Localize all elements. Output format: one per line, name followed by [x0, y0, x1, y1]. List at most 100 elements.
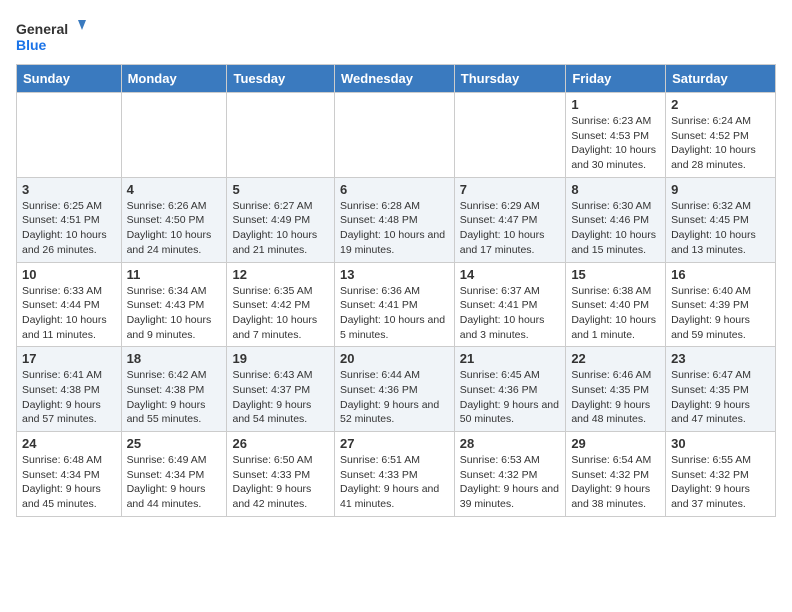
- calendar-cell: 3 Sunrise: 6:25 AMSunset: 4:51 PMDaylight…: [17, 177, 122, 262]
- calendar-cell: 5Sunrise: 6:27 AMSunset: 4:49 PMDaylight…: [227, 177, 335, 262]
- day-info: Sunrise: 6:36 AMSunset: 4:41 PMDaylight:…: [340, 284, 449, 343]
- calendar-cell: 13Sunrise: 6:36 AMSunset: 4:41 PMDayligh…: [334, 262, 454, 347]
- day-number: 25: [127, 436, 222, 451]
- day-number: 17: [22, 351, 116, 366]
- calendar-cell: 24 Sunrise: 6:48 AMSunset: 4:34 PMDayligh…: [17, 432, 122, 517]
- day-info: Sunrise: 6:45 AMSunset: 4:36 PMDaylight:…: [460, 368, 561, 427]
- day-info: Sunrise: 6:32 AMSunset: 4:45 PMDaylight:…: [671, 199, 770, 258]
- col-header-thursday: Thursday: [454, 65, 566, 93]
- day-info: Sunrise: 6:49 AMSunset: 4:34 PMDaylight:…: [127, 453, 222, 512]
- calendar-cell: 17 Sunrise: 6:41 AMSunset: 4:38 PMDayligh…: [17, 347, 122, 432]
- day-number: 23: [671, 351, 770, 366]
- day-number: 14: [460, 267, 561, 282]
- day-info: Sunrise: 6:27 AMSunset: 4:49 PMDaylight:…: [232, 199, 329, 258]
- day-number: 21: [460, 351, 561, 366]
- calendar-cell: 28 Sunrise: 6:53 AMSunset: 4:32 PMDayligh…: [454, 432, 566, 517]
- calendar-cell: 9 Sunrise: 6:32 AMSunset: 4:45 PMDaylight…: [666, 177, 776, 262]
- calendar-body: 1 Sunrise: 6:23 AMSunset: 4:53 PMDaylight…: [17, 93, 776, 517]
- calendar-cell: 11 Sunrise: 6:34 AMSunset: 4:43 PMDayligh…: [121, 262, 227, 347]
- day-info: Sunrise: 6:51 AMSunset: 4:33 PMDaylight:…: [340, 453, 449, 512]
- svg-text:General: General: [16, 21, 68, 37]
- day-number: 20: [340, 351, 449, 366]
- day-number: 9: [671, 182, 770, 197]
- day-info: Sunrise: 6:53 AMSunset: 4:32 PMDaylight:…: [460, 453, 561, 512]
- day-number: 8: [571, 182, 660, 197]
- day-info: Sunrise: 6:40 AMSunset: 4:39 PMDaylight:…: [671, 284, 770, 343]
- calendar-cell: 1 Sunrise: 6:23 AMSunset: 4:53 PMDaylight…: [566, 93, 666, 178]
- day-number: 12: [232, 267, 329, 282]
- day-number: 22: [571, 351, 660, 366]
- day-info: Sunrise: 6:54 AMSunset: 4:32 PMDaylight:…: [571, 453, 660, 512]
- day-info: Sunrise: 6:24 AMSunset: 4:52 PMDaylight:…: [671, 114, 770, 173]
- day-number: 4: [127, 182, 222, 197]
- day-number: 10: [22, 267, 116, 282]
- calendar-cell: 16 Sunrise: 6:40 AMSunset: 4:39 PMDayligh…: [666, 262, 776, 347]
- day-number: 2: [671, 97, 770, 112]
- day-number: 28: [460, 436, 561, 451]
- calendar-table: SundayMondayTuesdayWednesdayThursdayFrid…: [16, 64, 776, 517]
- day-info: Sunrise: 6:48 AMSunset: 4:34 PMDaylight:…: [22, 453, 116, 512]
- calendar-cell: 4 Sunrise: 6:26 AMSunset: 4:50 PMDaylight…: [121, 177, 227, 262]
- day-number: 1: [571, 97, 660, 112]
- day-number: 29: [571, 436, 660, 451]
- day-info: Sunrise: 6:42 AMSunset: 4:38 PMDaylight:…: [127, 368, 222, 427]
- day-info: Sunrise: 6:26 AMSunset: 4:50 PMDaylight:…: [127, 199, 222, 258]
- calendar-week-5: 24 Sunrise: 6:48 AMSunset: 4:34 PMDayligh…: [17, 432, 776, 517]
- day-number: 30: [671, 436, 770, 451]
- calendar-cell: [334, 93, 454, 178]
- day-number: 15: [571, 267, 660, 282]
- day-info: Sunrise: 6:35 AMSunset: 4:42 PMDaylight:…: [232, 284, 329, 343]
- calendar-week-1: 1 Sunrise: 6:23 AMSunset: 4:53 PMDaylight…: [17, 93, 776, 178]
- day-number: 3: [22, 182, 116, 197]
- day-info: Sunrise: 6:41 AMSunset: 4:38 PMDaylight:…: [22, 368, 116, 427]
- day-info: Sunrise: 6:43 AMSunset: 4:37 PMDaylight:…: [232, 368, 329, 427]
- day-number: 19: [232, 351, 329, 366]
- day-number: 26: [232, 436, 329, 451]
- calendar-cell: [121, 93, 227, 178]
- day-number: 24: [22, 436, 116, 451]
- day-info: Sunrise: 6:44 AMSunset: 4:36 PMDaylight:…: [340, 368, 449, 427]
- calendar-cell: 30 Sunrise: 6:55 AMSunset: 4:32 PMDayligh…: [666, 432, 776, 517]
- day-number: 27: [340, 436, 449, 451]
- col-header-friday: Friday: [566, 65, 666, 93]
- calendar-cell: 23 Sunrise: 6:47 AMSunset: 4:35 PMDayligh…: [666, 347, 776, 432]
- logo-svg: General Blue: [16, 16, 86, 56]
- calendar-cell: 22 Sunrise: 6:46 AMSunset: 4:35 PMDayligh…: [566, 347, 666, 432]
- day-number: 7: [460, 182, 561, 197]
- calendar-cell: 25 Sunrise: 6:49 AMSunset: 4:34 PMDayligh…: [121, 432, 227, 517]
- calendar-cell: 10 Sunrise: 6:33 AMSunset: 4:44 PMDayligh…: [17, 262, 122, 347]
- day-info: Sunrise: 6:47 AMSunset: 4:35 PMDaylight:…: [671, 368, 770, 427]
- calendar-cell: 14 Sunrise: 6:37 AMSunset: 4:41 PMDayligh…: [454, 262, 566, 347]
- day-number: 11: [127, 267, 222, 282]
- logo: General Blue: [16, 16, 86, 56]
- calendar-week-3: 10 Sunrise: 6:33 AMSunset: 4:44 PMDayligh…: [17, 262, 776, 347]
- calendar-cell: 20 Sunrise: 6:44 AMSunset: 4:36 PMDayligh…: [334, 347, 454, 432]
- calendar-cell: 8 Sunrise: 6:30 AMSunset: 4:46 PMDaylight…: [566, 177, 666, 262]
- day-number: 18: [127, 351, 222, 366]
- calendar-cell: 18 Sunrise: 6:42 AMSunset: 4:38 PMDayligh…: [121, 347, 227, 432]
- day-info: Sunrise: 6:30 AMSunset: 4:46 PMDaylight:…: [571, 199, 660, 258]
- day-info: Sunrise: 6:55 AMSunset: 4:32 PMDaylight:…: [671, 453, 770, 512]
- day-info: Sunrise: 6:33 AMSunset: 4:44 PMDaylight:…: [22, 284, 116, 343]
- calendar-cell: [454, 93, 566, 178]
- calendar-week-2: 3 Sunrise: 6:25 AMSunset: 4:51 PMDaylight…: [17, 177, 776, 262]
- calendar-cell: 15Sunrise: 6:38 AMSunset: 4:40 PMDayligh…: [566, 262, 666, 347]
- calendar-cell: 12 Sunrise: 6:35 AMSunset: 4:42 PMDayligh…: [227, 262, 335, 347]
- svg-text:Blue: Blue: [16, 37, 47, 53]
- day-info: Sunrise: 6:37 AMSunset: 4:41 PMDaylight:…: [460, 284, 561, 343]
- day-number: 6: [340, 182, 449, 197]
- day-number: 16: [671, 267, 770, 282]
- calendar-cell: 27 Sunrise: 6:51 AMSunset: 4:33 PMDayligh…: [334, 432, 454, 517]
- col-header-saturday: Saturday: [666, 65, 776, 93]
- day-info: Sunrise: 6:25 AMSunset: 4:51 PMDaylight:…: [22, 199, 116, 258]
- day-info: Sunrise: 6:46 AMSunset: 4:35 PMDaylight:…: [571, 368, 660, 427]
- day-info: Sunrise: 6:23 AMSunset: 4:53 PMDaylight:…: [571, 114, 660, 173]
- day-info: Sunrise: 6:34 AMSunset: 4:43 PMDaylight:…: [127, 284, 222, 343]
- header: General Blue: [16, 16, 776, 56]
- calendar-cell: [227, 93, 335, 178]
- day-info: Sunrise: 6:50 AMSunset: 4:33 PMDaylight:…: [232, 453, 329, 512]
- col-header-wednesday: Wednesday: [334, 65, 454, 93]
- calendar-cell: 29 Sunrise: 6:54 AMSunset: 4:32 PMDayligh…: [566, 432, 666, 517]
- calendar-week-4: 17 Sunrise: 6:41 AMSunset: 4:38 PMDayligh…: [17, 347, 776, 432]
- calendar-cell: 26 Sunrise: 6:50 AMSunset: 4:33 PMDayligh…: [227, 432, 335, 517]
